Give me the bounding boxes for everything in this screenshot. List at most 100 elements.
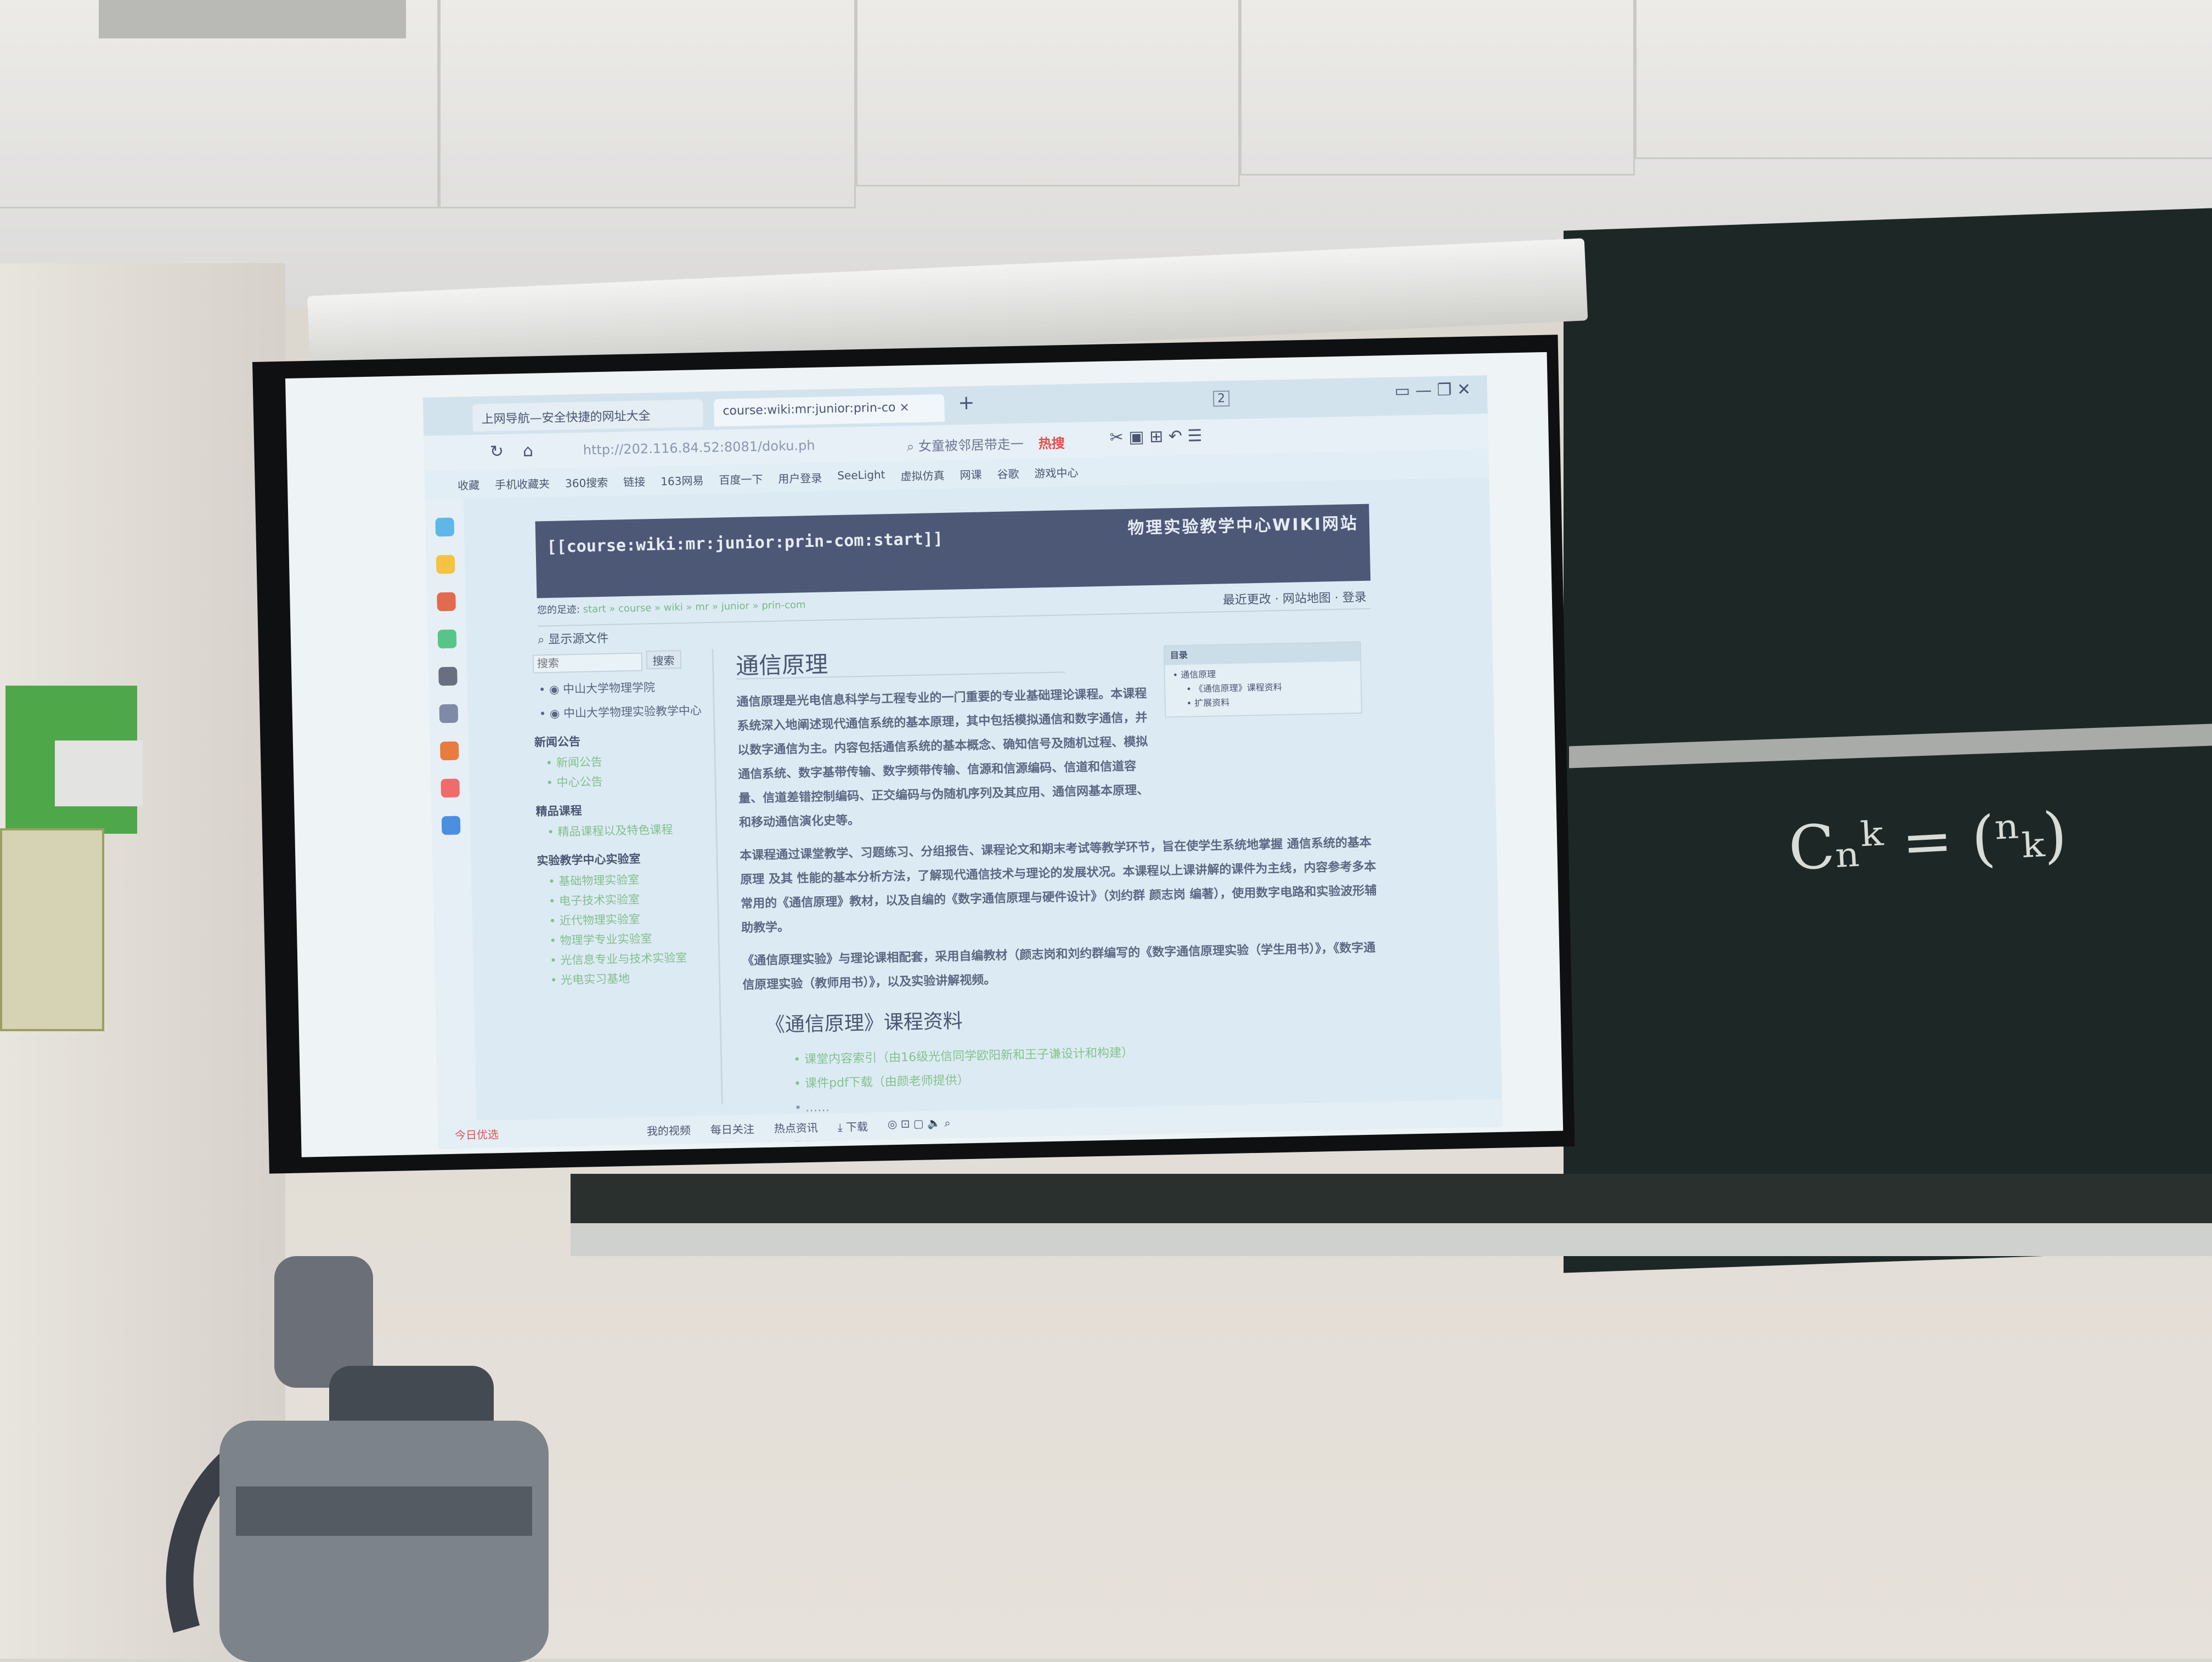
nav-link-label: 近代物理实验室 <box>559 912 641 928</box>
nav-link[interactable]: • 中心公告 <box>546 771 715 790</box>
sidebar-app-icon[interactable] <box>437 592 456 612</box>
breadcrumb-trail[interactable]: start » course » wiki » mr » junior » pr… <box>583 599 806 615</box>
page-title: 通信原理 <box>736 647 1065 680</box>
status-item[interactable]: 我的视频 <box>647 1122 691 1139</box>
status-icons[interactable]: ◎ ⊡ ▢ 🔈 ⌕ <box>888 1116 951 1134</box>
section-heading: 《通信原理》课程资料 <box>765 1010 963 1037</box>
resource-label: 课堂内容索引（由16级光信同学欧阳新和王子谦设计和构建） <box>804 1045 1134 1067</box>
bookmark-item[interactable]: 虚拟仿真 <box>900 467 944 483</box>
bookmark-item[interactable]: 手机收藏夹 <box>495 475 550 491</box>
bookmark-item[interactable]: 用户登录 <box>778 470 822 486</box>
toc-item[interactable]: • 扩展资料 <box>1173 693 1356 711</box>
sidebar-app-icon[interactable] <box>439 704 459 723</box>
sitemap-link[interactable]: 网站地图 <box>1283 591 1331 606</box>
nav-link[interactable]: • 近代物理实验室 <box>549 909 718 929</box>
bookmark-item[interactable]: 360搜索 <box>565 474 608 490</box>
paragraph: 本课程通过课堂教学、习题练习、分组报告、课程论文和期末考试等教学环节，旨在使学生… <box>740 835 1377 935</box>
home-icon[interactable]: ⌂ <box>523 442 534 461</box>
nav-link-label: 中心公告 <box>556 775 603 789</box>
toolbar-icons[interactable]: ✂ ▣ ⊞ ↶ ☰ <box>1109 426 1202 448</box>
search-button[interactable]: 搜索 <box>646 650 681 670</box>
security-camera <box>55 740 143 806</box>
search-input[interactable] <box>532 652 643 674</box>
search-box[interactable]: ⌕ 女童被邻居带走一 <box>906 433 1024 455</box>
bookmark-item[interactable]: 链接 <box>623 473 645 489</box>
bookmark-item[interactable]: 游戏中心 <box>1034 464 1078 480</box>
ceiling-tile <box>1240 0 1635 176</box>
nav-link[interactable]: • 电子技术实验室 <box>549 889 718 909</box>
bookmark-item[interactable]: 网课 <box>960 466 981 482</box>
today-picks[interactable]: 今日优选 <box>455 1126 499 1143</box>
water-bottle <box>166 1256 549 1662</box>
tab-wiki[interactable]: course:wiki:mr:junior:prin-co × <box>713 394 945 427</box>
reload-icon[interactable]: ↻ <box>490 442 504 462</box>
nav-link[interactable]: • 基础物理实验室 <box>548 869 717 889</box>
nav-link-label: 物理学专业实验室 <box>560 932 652 947</box>
sidebar-app-icon[interactable] <box>441 816 461 835</box>
window-controls[interactable]: ▭ — ❐ ✕ <box>1395 380 1471 401</box>
table-of-contents: 目录 • 通信原理 • 《通信原理》课程资料 • 扩展资料 <box>1163 641 1363 718</box>
paragraph: 《通信原理实验》与理论课相配套，采用自编教材（颜志岗和刘约群编写的《数字通信原理… <box>742 941 1376 992</box>
toc-label: 通信原理 <box>1181 669 1216 680</box>
nav-link-label: 电子技术实验室 <box>558 892 640 908</box>
nav-link[interactable]: • 物理学专业实验室 <box>549 929 718 948</box>
search-hint: 女童被邻居带走一 <box>918 436 1024 454</box>
ceiling-tile <box>439 0 856 208</box>
nav-link-label: 中山大学物理学院 <box>562 681 656 696</box>
resource-label: 课件pdf下载（由颜老师提供） <box>804 1073 970 1091</box>
bookmark-item[interactable]: 百度一下 <box>719 471 763 487</box>
toc-label: 扩展资料 <box>1194 697 1230 709</box>
status-item[interactable]: 每日关注 <box>710 1120 755 1138</box>
nav-section-title: 新闻公告 <box>534 734 581 749</box>
close-tab-icon[interactable]: × <box>899 400 910 414</box>
nav-link[interactable]: • ◉ 中山大学物理实验教学中心 <box>539 702 714 722</box>
breadcrumb-label: 您的足迹: <box>537 603 580 617</box>
login-link[interactable]: 登录 <box>1342 591 1367 605</box>
nav-link-label: 基础物理实验室 <box>558 873 640 888</box>
chalk-formula: Cₙᵏ = (ⁿₖ) <box>1786 799 2069 884</box>
tab-label: course:wiki:mr:junior:prin-co <box>723 400 896 419</box>
wiki-banner: [[course:wiki:mr:junior:prin-com:start]]… <box>535 504 1371 598</box>
sidebar-app-icon[interactable] <box>441 778 460 798</box>
recent-changes-link[interactable]: 最近更改 <box>1223 592 1272 607</box>
nav-link[interactable]: • 精品课程以及特色课程 <box>547 820 716 840</box>
toc-label: 《通信原理》课程资料 <box>1194 682 1282 694</box>
download-label: 下载 <box>845 1120 868 1134</box>
bookmark-item[interactable]: 收藏 <box>458 477 479 493</box>
nav-section-title: 实验教学中心实验室 <box>537 852 641 868</box>
page-id[interactable]: [[course:wiki:mr:junior:prin-com:start]] <box>546 529 943 557</box>
sidebar-app-icon[interactable] <box>439 741 459 761</box>
sidebar-app-icon[interactable] <box>435 517 455 537</box>
nav-link[interactable]: • 新闻公告 <box>545 751 714 771</box>
tab-label: 上网导航—安全快捷的网址大全 <box>481 409 651 427</box>
sidebar-app-icon[interactable] <box>437 629 457 649</box>
projector-screen: 上网导航—安全快捷的网址大全 course:wiki:mr:junior:pri… <box>285 352 1564 1157</box>
url-input[interactable]: http://202.116.84.52:8081/doku.ph <box>583 437 868 458</box>
nav-link-label: 新闻公告 <box>556 755 603 770</box>
nav-link-label: 精品课程以及特色课程 <box>557 823 673 839</box>
bookmark-item[interactable]: SeeLight <box>837 468 885 484</box>
hot-search[interactable]: 热搜 <box>1038 432 1065 452</box>
nav-link-label: 中山大学物理实验教学中心 <box>563 704 702 720</box>
status-item[interactable]: 热点资讯 <box>774 1119 819 1137</box>
ceiling-tile <box>856 0 1240 186</box>
wiki-tools: 最近更改 · 网站地图 · 登录 <box>1222 590 1367 608</box>
nav-link[interactable]: • 光信息专业与技术实验室 <box>550 948 719 968</box>
resource-label: …… <box>805 1100 830 1115</box>
sidebar-app-icon[interactable] <box>438 666 458 686</box>
show-source-link[interactable]: ⌕ 显示源文件 <box>538 629 609 648</box>
nav-link-label: 光信息专业与技术实验室 <box>560 951 687 967</box>
page-counter: 2 <box>1212 390 1230 407</box>
site-title[interactable]: 物理实验教学中心WIKI网站 <box>1127 510 1359 539</box>
nav-link[interactable]: • 光电实习基地 <box>550 968 719 988</box>
main-content: 目录 • 通信原理 • 《通信原理》课程资料 • 扩展资料 通信原理 通信原理是… <box>736 641 1383 1149</box>
wiki-sidebar: 搜索 • ◉ 中山大学物理学院• ◉ 中山大学物理实验教学中心新闻公告• 新闻公… <box>532 649 723 1109</box>
sidebar-app-icon[interactable] <box>436 555 455 574</box>
bookmark-item[interactable]: 谷歌 <box>997 465 1019 481</box>
nav-link[interactable]: • ◉ 中山大学物理学院 <box>539 677 713 698</box>
browser-window: 上网导航—安全快捷的网址大全 course:wiki:mr:junior:pri… <box>422 375 1503 1149</box>
bookmark-item[interactable]: 163网易 <box>661 472 704 488</box>
new-tab-button[interactable]: + <box>958 392 975 415</box>
status-item[interactable]: ⤓ 下载 <box>837 1118 868 1135</box>
tab-navigation[interactable]: 上网导航—安全快捷的网址大全 <box>472 399 704 432</box>
